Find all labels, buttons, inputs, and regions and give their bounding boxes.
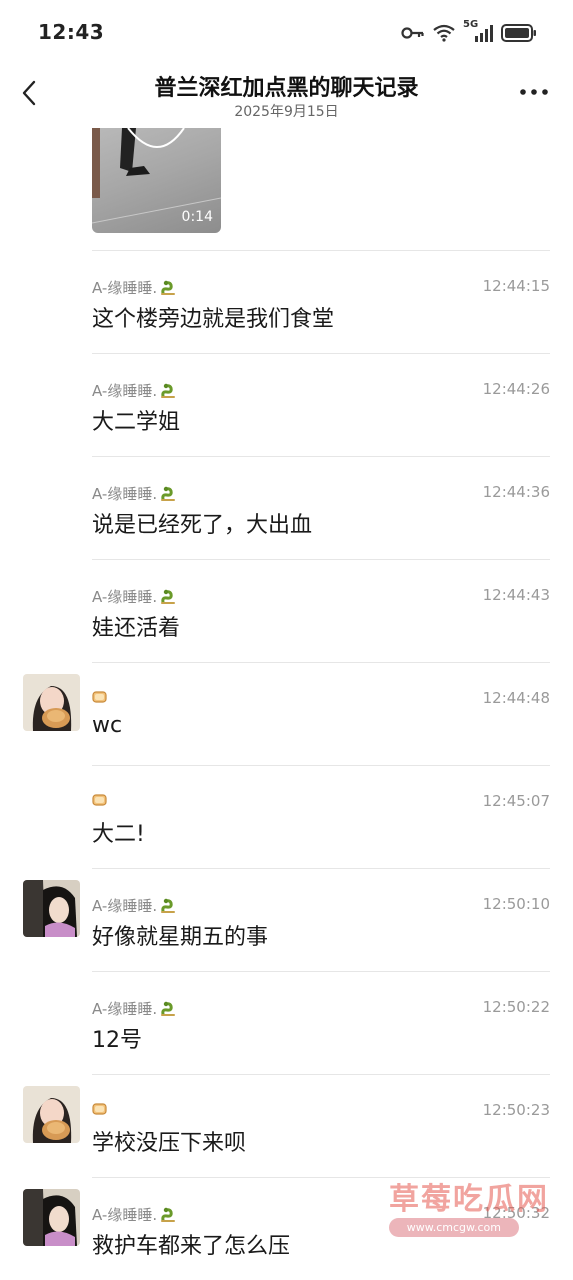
sender-name (92, 689, 107, 703)
message-time: 12:44:48 (482, 689, 550, 707)
sender-name: A-缘睡睡. (92, 895, 178, 916)
message-text: 大二学姐 (92, 410, 181, 435)
message-text: 学校没压下来呗 (92, 1131, 247, 1156)
sender-label: A-缘睡睡. (92, 1000, 158, 1018)
sender-label: A-缘睡睡. (92, 279, 158, 297)
snake-emoji-icon (161, 383, 176, 398)
signal-icon (475, 25, 493, 42)
more-button[interactable] (519, 82, 549, 102)
avatar-image (23, 880, 80, 937)
message-time: 12:50:23 (482, 1101, 550, 1119)
message-text: 这个楼旁边就是我们食堂 (92, 307, 335, 332)
sender-label: A-缘睡睡. (92, 382, 158, 400)
message-time: 12:44:43 (482, 586, 550, 604)
sender-name: A-缘睡睡. (92, 1204, 178, 1225)
avatar-image (23, 674, 80, 731)
message-item[interactable]: A-缘睡睡. 12:44:26 大二学姐 (0, 354, 573, 457)
battery-icon (501, 24, 536, 42)
more-dots-icon (520, 89, 548, 95)
watermark-text: 草莓吃瓜网 (389, 1182, 549, 1217)
message-text: 说是已经死了，大出血 (92, 513, 313, 538)
sender-label: A-缘睡睡. (92, 485, 158, 503)
sender-avatar[interactable] (23, 674, 80, 731)
message-time: 12:44:15 (482, 277, 550, 295)
snake-emoji-icon (161, 898, 176, 913)
status-bar: 12:43 5G (0, 0, 573, 64)
sender-name (92, 792, 107, 806)
message-text: 娃还活着 (92, 616, 181, 641)
message-item[interactable]: A-缘睡睡. 12:50:22 12号 (0, 972, 573, 1075)
video-thumbnail[interactable]: 0:14 (92, 128, 221, 233)
snake-emoji-icon (161, 589, 176, 604)
message-text: wc (92, 713, 123, 738)
snake-emoji-icon (161, 1001, 176, 1016)
message-time: 12:45:07 (482, 792, 550, 810)
watermark-url: www.cmcgw.com (388, 1218, 519, 1237)
status-icons: 5G (401, 19, 537, 44)
message-item[interactable]: A-缘睡睡. 12:44:36 说是已经死了，大出血 (0, 457, 573, 560)
message-item[interactable]: A-缘睡睡. 12:44:15 这个楼旁边就是我们食堂 (0, 251, 573, 354)
chat-content[interactable]: 0:14 A-缘睡睡. 12:44:15 这个楼旁边就是我们食堂 A-缘睡睡. 12:4… (0, 128, 573, 1280)
wifi-icon (433, 24, 455, 42)
sender-name (92, 1101, 107, 1115)
sender-name: A-缘睡睡. (92, 277, 178, 298)
sender-label: A-缘睡睡. (92, 588, 158, 606)
message-item[interactable]: A-缘睡睡. 12:50:10 好像就星期五的事 (0, 869, 573, 972)
message-text: 12号 (92, 1028, 142, 1053)
sender-label: A-缘睡睡. (92, 897, 158, 915)
avatar-image (23, 1086, 80, 1143)
chat-title: 普兰深红加点黑的聊天记录 (154, 76, 419, 101)
message-time: 12:44:36 (482, 483, 550, 501)
sender-avatar[interactable] (23, 1086, 80, 1143)
key-icon (401, 27, 424, 39)
message-item[interactable]: 12:44:48 wc (0, 663, 573, 766)
status-time: 12:43 (38, 20, 105, 44)
message-item[interactable]: 12:50:23 学校没压下来呗 (0, 1075, 573, 1178)
message-item[interactable]: 12:45:07 大二! (0, 766, 573, 869)
watermark: 草莓吃瓜网 www.cmcgw.com (359, 1174, 559, 1244)
sender-name: A-缘睡睡. (92, 483, 178, 504)
sender-avatar[interactable] (23, 1189, 80, 1246)
snake-emoji-icon (161, 280, 176, 295)
nav-bar: 普兰深红加点黑的聊天记录 2025年9月15日 (0, 64, 573, 126)
sender-name: A-缘睡睡. (92, 586, 178, 607)
avatar-image (23, 1189, 80, 1246)
message-item[interactable]: A-缘睡睡. 12:44:43 娃还活着 (0, 560, 573, 663)
bread-emoji-icon (92, 691, 107, 703)
snake-emoji-icon (161, 486, 176, 501)
snake-emoji-icon (161, 1207, 176, 1222)
sender-name: A-缘睡睡. (92, 998, 178, 1019)
bread-emoji-icon (92, 1103, 107, 1115)
sender-avatar[interactable] (23, 880, 80, 937)
message-text: 大二! (92, 822, 145, 847)
message-text: 救护车都来了怎么压 (92, 1234, 291, 1259)
bread-emoji-icon (92, 794, 107, 806)
video-duration: 0:14 (181, 209, 213, 225)
message-time: 12:50:10 (482, 895, 550, 913)
sender-name: A-缘睡睡. (92, 380, 178, 401)
sender-label: A-缘睡睡. (92, 1206, 158, 1224)
message-time: 12:50:22 (482, 998, 550, 1016)
message-time: 12:44:26 (482, 380, 550, 398)
chat-date: 2025年9月15日 (234, 104, 339, 120)
message-text: 好像就星期五的事 (92, 925, 269, 950)
signal-5g: 5G (463, 19, 493, 42)
